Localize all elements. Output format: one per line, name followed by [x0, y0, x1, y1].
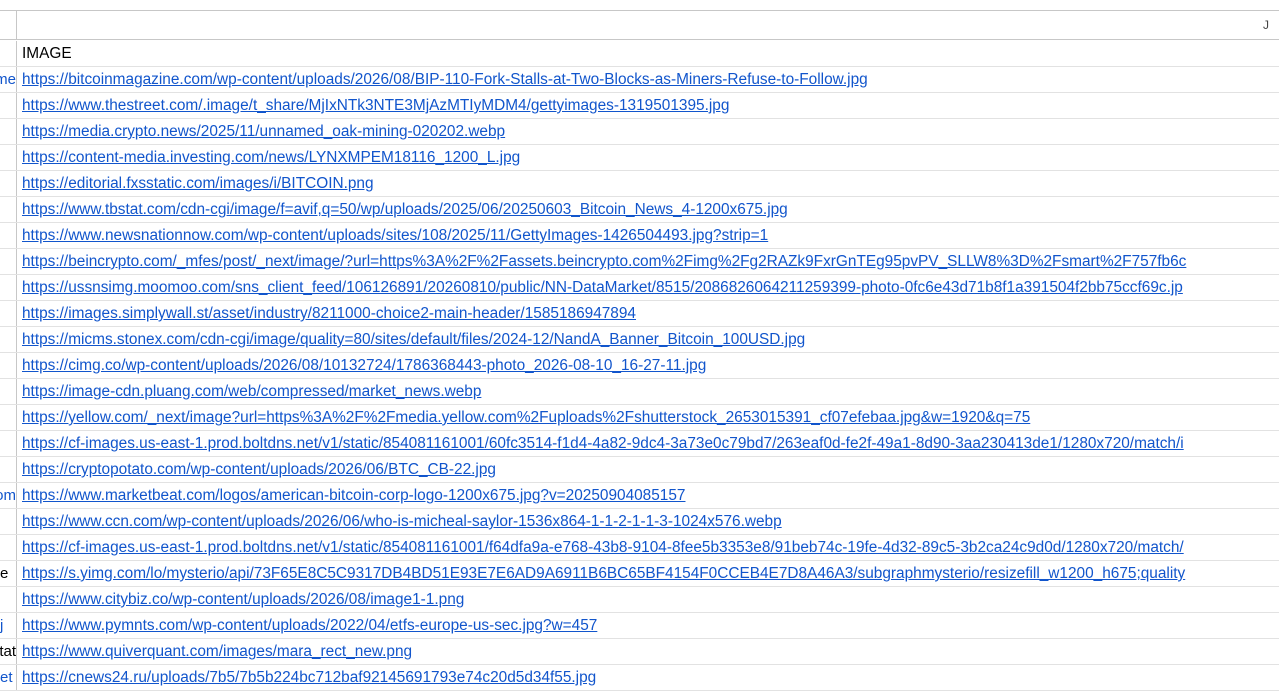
- image-url-link[interactable]: https://cryptopotato.com/wp-content/uplo…: [22, 457, 496, 482]
- left-cell[interactable]: [0, 41, 17, 66]
- table-row: https://www.ccn.com/wp-content/uploads/2…: [0, 509, 1279, 535]
- table-row: https://www.tbstat.com/cdn-cgi/image/f=a…: [0, 197, 1279, 223]
- left-cell[interactable]: [0, 249, 17, 274]
- left-cell[interactable]: [0, 535, 17, 560]
- left-cell[interactable]: me: [0, 67, 17, 92]
- image-column-header[interactable]: IMAGE: [22, 41, 72, 66]
- image-url-link[interactable]: https://cnews24.ru/uploads/7b5/7b5b224bc…: [22, 665, 596, 690]
- table-row: https://content-media.investing.com/news…: [0, 145, 1279, 171]
- table-row: https://www.newsnationnow.com/wp-content…: [0, 223, 1279, 249]
- image-url-link[interactable]: https://micms.stonex.com/cdn-cgi/image/q…: [22, 327, 805, 352]
- left-cell[interactable]: [0, 119, 17, 144]
- image-url-link[interactable]: https://cf-images.us-east-1.prod.boltdns…: [22, 431, 1184, 456]
- image-url-link[interactable]: https://s.yimg.com/lo/mysterio/api/73F65…: [22, 561, 1185, 586]
- row-number-header: [0, 11, 17, 39]
- table-row: https://beincrypto.com/_mfes/post/_next/…: [0, 249, 1279, 275]
- image-url-link[interactable]: https://images.simplywall.st/asset/indus…: [22, 301, 636, 326]
- left-cell[interactable]: om: [0, 483, 17, 508]
- table-row: omhttps://www.marketbeat.com/logos/ameri…: [0, 483, 1279, 509]
- table-row: https://media.crypto.news/2025/11/unname…: [0, 119, 1279, 145]
- left-cell[interactable]: j: [0, 613, 17, 638]
- image-url-link[interactable]: https://cf-images.us-east-1.prod.boltdns…: [22, 535, 1184, 560]
- image-url-link[interactable]: https://media.crypto.news/2025/11/unname…: [22, 119, 505, 144]
- left-cell[interactable]: [0, 405, 17, 430]
- image-url-link[interactable]: https://content-media.investing.com/news…: [22, 145, 520, 170]
- table-row: https://ussnsimg.moomoo.com/sns_client_f…: [0, 275, 1279, 301]
- table-row: e https://s.yimg.com/lo/mysterio/api/73F6…: [0, 561, 1279, 587]
- image-url-link[interactable]: https://www.quiverquant.com/images/mara_…: [22, 639, 412, 664]
- left-cell[interactable]: [0, 223, 17, 248]
- left-cell[interactable]: e: [0, 561, 17, 586]
- header-row: IMAGE: [0, 41, 1279, 67]
- table-row: https://image-cdn.pluang.com/web/compres…: [0, 379, 1279, 405]
- table-row: https://cf-images.us-east-1.prod.boltdns…: [0, 535, 1279, 561]
- spreadsheet-grid: IMAGE mehttps://bitcoinmagazine.com/wp-c…: [0, 41, 1279, 691]
- left-cell[interactable]: [0, 301, 17, 326]
- left-cell[interactable]: [0, 587, 17, 612]
- image-url-link[interactable]: https://www.tbstat.com/cdn-cgi/image/f=a…: [22, 197, 788, 222]
- top-bar: [0, 0, 1279, 10]
- image-url-link[interactable]: https://www.thestreet.com/.image/t_share…: [22, 93, 729, 118]
- image-url-link[interactable]: https://bitcoinmagazine.com/wp-content/u…: [22, 67, 868, 92]
- image-url-link[interactable]: https://cimg.co/wp-content/uploads/2026/…: [22, 353, 706, 378]
- image-url-link[interactable]: https://beincrypto.com/_mfes/post/_next/…: [22, 249, 1186, 274]
- table-row: https://images.simplywall.st/asset/indus…: [0, 301, 1279, 327]
- table-row: https://www.citybiz.co/wp-content/upload…: [0, 587, 1279, 613]
- left-cell[interactable]: tat: [0, 639, 17, 664]
- column-letter-j[interactable]: J: [1263, 18, 1269, 32]
- column-header-row: J: [0, 10, 1279, 40]
- left-cell[interactable]: [0, 275, 17, 300]
- left-cell[interactable]: [0, 171, 17, 196]
- left-cell[interactable]: et: [0, 665, 17, 690]
- table-row: mehttps://bitcoinmagazine.com/wp-content…: [0, 67, 1279, 93]
- table-row: https://cryptopotato.com/wp-content/uplo…: [0, 457, 1279, 483]
- image-url-link[interactable]: https://editorial.fxsstatic.com/images/i…: [22, 171, 374, 196]
- table-row: et https://cnews24.ru/uploads/7b5/7b5b224…: [0, 665, 1279, 691]
- table-row: https://cimg.co/wp-content/uploads/2026/…: [0, 353, 1279, 379]
- image-url-link[interactable]: https://www.pymnts.com/wp-content/upload…: [22, 613, 597, 638]
- image-url-link[interactable]: https://www.newsnationnow.com/wp-content…: [22, 223, 768, 248]
- image-url-link[interactable]: https://www.marketbeat.com/logos/america…: [22, 483, 685, 508]
- left-cell[interactable]: [0, 93, 17, 118]
- table-row: https://cf-images.us-east-1.prod.boltdns…: [0, 431, 1279, 457]
- table-row: https://yellow.com/_next/image?url=https…: [0, 405, 1279, 431]
- image-url-link[interactable]: https://image-cdn.pluang.com/web/compres…: [22, 379, 481, 404]
- image-url-link[interactable]: https://ussnsimg.moomoo.com/sns_client_f…: [22, 275, 1183, 300]
- left-cell[interactable]: [0, 379, 17, 404]
- table-row: https://micms.stonex.com/cdn-cgi/image/q…: [0, 327, 1279, 353]
- left-cell[interactable]: [0, 509, 17, 534]
- left-cell[interactable]: [0, 353, 17, 378]
- table-row: https://editorial.fxsstatic.com/images/i…: [0, 171, 1279, 197]
- left-cell[interactable]: [0, 431, 17, 456]
- image-url-link[interactable]: https://yellow.com/_next/image?url=https…: [22, 405, 1030, 430]
- image-url-link[interactable]: https://www.ccn.com/wp-content/uploads/2…: [22, 509, 782, 534]
- table-row: tat https://www.quiverquant.com/images/ma…: [0, 639, 1279, 665]
- image-url-link[interactable]: https://www.citybiz.co/wp-content/upload…: [22, 587, 464, 612]
- left-cell[interactable]: [0, 145, 17, 170]
- table-row: j https://www.pymnts.com/wp-content/uploa…: [0, 613, 1279, 639]
- left-cell[interactable]: [0, 197, 17, 222]
- left-cell[interactable]: [0, 457, 17, 482]
- left-cell[interactable]: [0, 327, 17, 352]
- table-row: https://www.thestreet.com/.image/t_share…: [0, 93, 1279, 119]
